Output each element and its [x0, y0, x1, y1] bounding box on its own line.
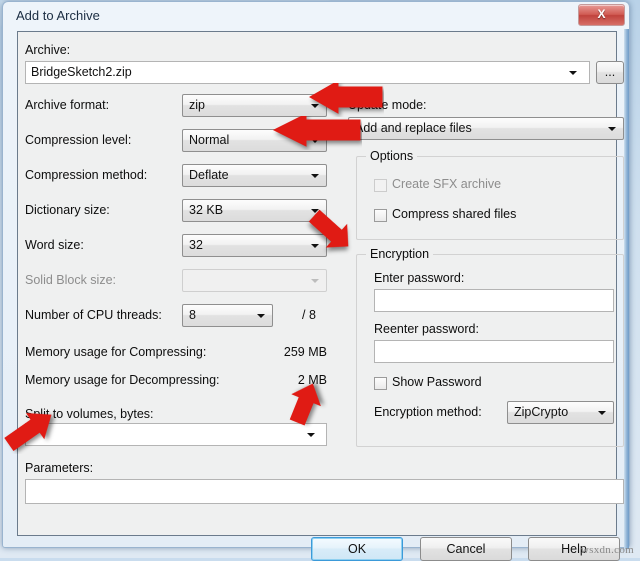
close-button[interactable]: X — [578, 4, 625, 26]
compression-method-label: Compression method: — [25, 168, 148, 182]
chevron-down-icon — [257, 313, 265, 318]
enter-password-label: Enter password: — [374, 271, 465, 285]
encryption-method-label: Encryption method: — [374, 405, 482, 419]
ok-button[interactable]: OK — [311, 537, 403, 561]
solid-block-size-label: Solid Block size: — [25, 273, 117, 287]
window-title: Add to Archive — [16, 8, 100, 23]
compress-shared-files-checkbox[interactable] — [374, 209, 387, 222]
chevron-down-icon — [608, 126, 616, 131]
chevron-down-icon — [311, 243, 319, 248]
compression-level-label: Compression level: — [25, 133, 132, 147]
title-bar[interactable]: Add to Archive X — [3, 2, 629, 29]
compress-shared-files-label: Compress shared files — [392, 207, 517, 221]
memory-compressing-label: Memory usage for Compressing: — [25, 345, 207, 359]
word-size-value: 32 — [189, 238, 203, 252]
split-volumes-input[interactable] — [25, 423, 327, 446]
word-size-label: Word size: — [25, 238, 84, 252]
cpu-threads-max: / 8 — [302, 308, 316, 322]
reenter-password-field[interactable] — [374, 340, 614, 363]
memory-decompressing-label: Memory usage for Decompressing: — [25, 373, 220, 387]
chevron-down-icon — [311, 278, 319, 283]
compression-level-value: Normal — [189, 133, 230, 147]
options-group-title: Options — [366, 149, 418, 163]
encryption-group-title: Encryption — [366, 247, 434, 261]
compression-method-select[interactable]: Deflate — [182, 164, 327, 187]
chevron-down-icon — [311, 138, 319, 143]
options-group — [356, 156, 624, 240]
parameters-label: Parameters: — [25, 461, 94, 475]
cpu-threads-label: Number of CPU threads: — [25, 308, 162, 322]
dictionary-size-select[interactable]: 32 KB — [182, 199, 327, 222]
archive-path-dropdown-arrow[interactable] — [569, 71, 577, 75]
memory-decompressing-value: 2 MB — [297, 373, 327, 387]
chevron-down-icon — [311, 103, 319, 108]
chevron-down-icon — [311, 208, 319, 213]
close-icon: X — [597, 7, 606, 21]
archive-format-label: Archive format: — [25, 98, 110, 112]
window-right-frame — [624, 29, 629, 549]
add-to-archive-dialog: Add to Archive X Archive: BridgeSketch2.… — [2, 1, 630, 561]
chevron-down-icon — [598, 410, 606, 415]
chevron-down-icon — [311, 173, 319, 178]
dictionary-size-label: Dictionary size: — [25, 203, 110, 217]
archive-format-value: zip — [189, 98, 205, 112]
show-password-checkbox[interactable] — [374, 377, 387, 390]
solid-block-size-select — [182, 269, 327, 292]
cpu-threads-value: 8 — [189, 308, 196, 322]
update-mode-value: Add and replace files — [355, 121, 472, 135]
parameters-field[interactable] — [25, 479, 624, 504]
watermark: wsxdn.com — [580, 544, 634, 556]
archive-format-select[interactable]: zip — [182, 94, 327, 117]
create-sfx-archive-checkbox — [374, 179, 387, 192]
cpu-threads-select[interactable]: 8 — [182, 304, 273, 327]
memory-compressing-value: 259 MB — [283, 345, 327, 359]
split-volumes-label: Split to volumes, bytes: — [25, 407, 154, 421]
show-password-label: Show Password — [392, 375, 482, 389]
cancel-button[interactable]: Cancel — [420, 537, 512, 561]
reenter-password-label: Reenter password: — [374, 322, 479, 336]
browse-button[interactable]: ... — [596, 61, 624, 84]
update-mode-select[interactable]: Add and replace files — [348, 117, 624, 140]
enter-password-field[interactable] — [374, 289, 614, 312]
word-size-select[interactable]: 32 — [182, 234, 327, 257]
archive-path-input[interactable]: BridgeSketch2.zip — [25, 61, 590, 84]
compression-level-select[interactable]: Normal — [182, 129, 327, 152]
split-volumes-dropdown-arrow[interactable] — [307, 433, 315, 437]
dictionary-size-value: 32 KB — [189, 203, 224, 217]
encryption-method-value: ZipCrypto — [514, 405, 569, 419]
archive-label: Archive: — [25, 43, 71, 57]
create-sfx-archive-label: Create SFX archive — [392, 177, 502, 191]
dialog-content-panel: Archive: BridgeSketch2.zip ... Archive f… — [17, 31, 624, 561]
compression-method-value: Deflate — [189, 168, 229, 182]
encryption-method-select[interactable]: ZipCrypto — [507, 401, 614, 424]
update-mode-label: Update mode: — [348, 98, 427, 112]
